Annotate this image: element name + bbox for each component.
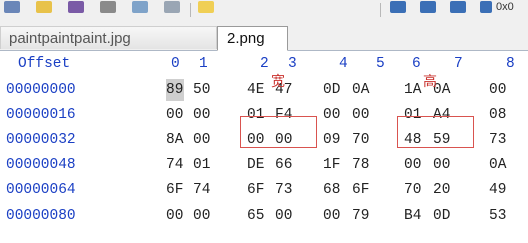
row-offset: 00000048 (6, 157, 76, 173)
hex-byte[interactable]: 1F (323, 154, 341, 176)
toolbar-separator (190, 3, 191, 17)
hex-format-icon[interactable] (480, 1, 492, 13)
hex-byte[interactable]: B4 (404, 205, 422, 227)
row-offset: 00000064 (6, 182, 76, 198)
hex-byte[interactable]: 4E (247, 79, 265, 101)
hex-byte[interactable]: 68 (323, 179, 341, 201)
hex-row: 00000000 89 50 4E 47 0D 0A 1A 0A 00 (0, 79, 528, 101)
hex-byte[interactable]: 00 (323, 205, 341, 227)
column-header: 1 (199, 56, 208, 72)
note-icon[interactable] (198, 1, 214, 13)
hex-byte[interactable]: 70 (352, 129, 370, 151)
hex-byte[interactable]: 0D (433, 205, 451, 227)
hex-format-icon[interactable] (450, 1, 466, 13)
hex-byte[interactable]: 8A (166, 129, 184, 151)
hex-byte[interactable]: 79 (352, 205, 370, 227)
hex-byte[interactable]: 00 (404, 154, 422, 176)
hex-byte[interactable]: 00 (275, 205, 293, 227)
hex-byte[interactable]: 01 (193, 154, 211, 176)
hex-byte[interactable]: 6F (247, 179, 265, 201)
hex-format-icon[interactable] (390, 1, 406, 13)
hex-byte[interactable]: 00 (489, 79, 507, 101)
hex-byte[interactable]: 73 (489, 129, 507, 151)
row-offset: 00000032 (6, 132, 76, 148)
toolbar-partial-label: 0x0 (496, 1, 514, 13)
folder-icon[interactable] (36, 1, 52, 13)
hex-byte[interactable]: 74 (166, 154, 184, 176)
hex-byte[interactable]: 0D (323, 79, 341, 101)
hex-byte[interactable]: 00 (352, 104, 370, 126)
hex-byte[interactable]: 09 (323, 129, 341, 151)
tab-paintpaintpaint-jpg[interactable]: paintpaintpaint.jpg (0, 26, 217, 49)
height-highlight-box (397, 116, 474, 148)
binoculars-icon[interactable] (132, 1, 148, 13)
hex-byte[interactable]: 66 (275, 154, 293, 176)
width-highlight-box (240, 116, 317, 148)
hex-byte[interactable]: 00 (166, 104, 184, 126)
hex-byte[interactable]: 50 (193, 79, 211, 101)
toolbar: 0x0 (0, 0, 528, 23)
hex-byte[interactable]: 6F (352, 179, 370, 201)
hex-byte[interactable]: 65 (247, 205, 265, 227)
height-annotation: 高 (423, 74, 437, 90)
disk-icon[interactable] (4, 1, 20, 13)
tab-bar: paintpaintpaint.jpg 2.png (0, 22, 528, 51)
column-header: 0 (171, 56, 180, 72)
hex-row: 00000080 00 00 65 00 00 79 B4 0D 53 (0, 205, 528, 227)
hex-byte[interactable]: 89 (166, 79, 184, 101)
row-offset: 00000000 (6, 82, 76, 98)
column-header: 8 (506, 56, 515, 72)
hex-byte[interactable]: 74 (193, 179, 211, 201)
hex-byte[interactable]: 00 (433, 154, 451, 176)
hex-row: 00000048 74 01 DE 66 1F 78 00 00 0A (0, 154, 528, 176)
hex-byte[interactable]: 49 (489, 179, 507, 201)
hex-byte[interactable]: 00 (193, 104, 211, 126)
tab-2-png[interactable]: 2.png (217, 26, 288, 51)
column-header: 3 (288, 56, 297, 72)
hex-byte[interactable]: 0A (352, 79, 370, 101)
hex-format-icon[interactable] (420, 1, 436, 13)
hex-byte[interactable]: 00 (193, 129, 211, 151)
row-offset: 00000016 (6, 107, 76, 123)
hex-byte[interactable]: 73 (275, 179, 293, 201)
row-offset: 00000080 (6, 208, 76, 224)
column-header: 5 (376, 56, 385, 72)
ram-icon[interactable] (68, 1, 84, 13)
hex-byte[interactable]: 78 (352, 154, 370, 176)
offset-header: Offset (18, 56, 71, 72)
hex-row: 00000064 6F 74 6F 73 68 6F 70 20 49 (0, 179, 528, 201)
hex-byte[interactable]: 53 (489, 205, 507, 227)
width-annotation: 宽 (271, 74, 285, 90)
hex-byte[interactable]: 08 (489, 104, 507, 126)
hex-byte[interactable]: 70 (404, 179, 422, 201)
hex-byte[interactable]: 0A (489, 154, 507, 176)
hex-byte[interactable]: 6F (166, 179, 184, 201)
hex-byte[interactable]: 00 (166, 205, 184, 227)
hex-header-row: Offset 0 1 2 3 4 5 6 7 8 (0, 53, 528, 75)
hex-byte[interactable]: 00 (193, 205, 211, 227)
column-header: 7 (454, 56, 463, 72)
hex-byte[interactable]: 00 (323, 104, 341, 126)
settings-icon[interactable] (100, 1, 116, 13)
hex-byte[interactable]: DE (247, 154, 265, 176)
screen-icon[interactable] (164, 1, 180, 13)
toolbar-separator (380, 3, 381, 17)
hex-byte[interactable]: 1A (404, 79, 422, 101)
column-header: 4 (339, 56, 348, 72)
hex-byte[interactable]: 20 (433, 179, 451, 201)
